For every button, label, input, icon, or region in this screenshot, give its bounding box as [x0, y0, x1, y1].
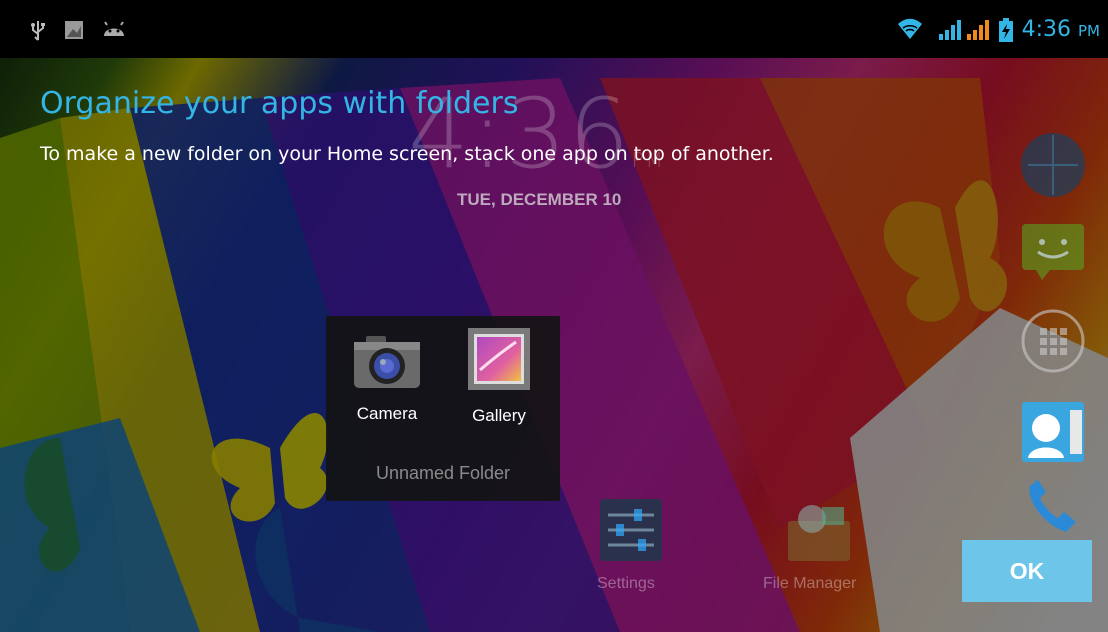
ok-button[interactable]: OK: [962, 540, 1092, 602]
usb-icon: [30, 20, 46, 46]
gallery-label: Gallery: [472, 406, 526, 425]
file-manager-icon[interactable]: [784, 497, 854, 567]
gallery-icon: [466, 328, 532, 396]
camera-label: Camera: [356, 404, 418, 423]
messaging-icon[interactable]: [1020, 222, 1086, 286]
cling-description: To make a new folder on your Home screen…: [40, 143, 774, 165]
battery-charging-icon: [999, 18, 1013, 46]
android-debug-icon: [102, 20, 126, 42]
folder-app-camera[interactable]: Camera: [342, 332, 432, 424]
cling-title: Organize your apps with folders: [40, 86, 519, 121]
signal-sim1-icon: [937, 20, 961, 44]
folder-name[interactable]: Unnamed Folder: [326, 463, 560, 484]
wifi-icon: [896, 18, 924, 44]
screenshot-icon: [64, 20, 84, 44]
camera-icon: [352, 336, 422, 394]
folder-app-gallery[interactable]: Gallery: [454, 328, 544, 426]
status-bar: 4:36 PM: [0, 0, 1108, 58]
file-manager-label: File Manager: [763, 575, 857, 592]
home-date: TUE, DECEMBER 10: [457, 190, 622, 209]
status-clock: 4:36 PM: [1021, 17, 1100, 42]
settings-label: Settings: [597, 575, 655, 592]
browser-icon[interactable]: [1018, 130, 1088, 204]
phone-icon[interactable]: [1018, 478, 1088, 542]
signal-sim2-icon: [965, 20, 989, 44]
contacts-icon[interactable]: [1018, 400, 1088, 468]
screen: 4:36 PM 4:36PM TUE, DECEMBER 10 Organize…: [0, 0, 1108, 632]
folder-popup: Camera Gallery Unnamed Folder: [326, 316, 560, 501]
settings-icon[interactable]: [598, 497, 664, 567]
app-drawer-icon[interactable]: [1018, 308, 1088, 378]
